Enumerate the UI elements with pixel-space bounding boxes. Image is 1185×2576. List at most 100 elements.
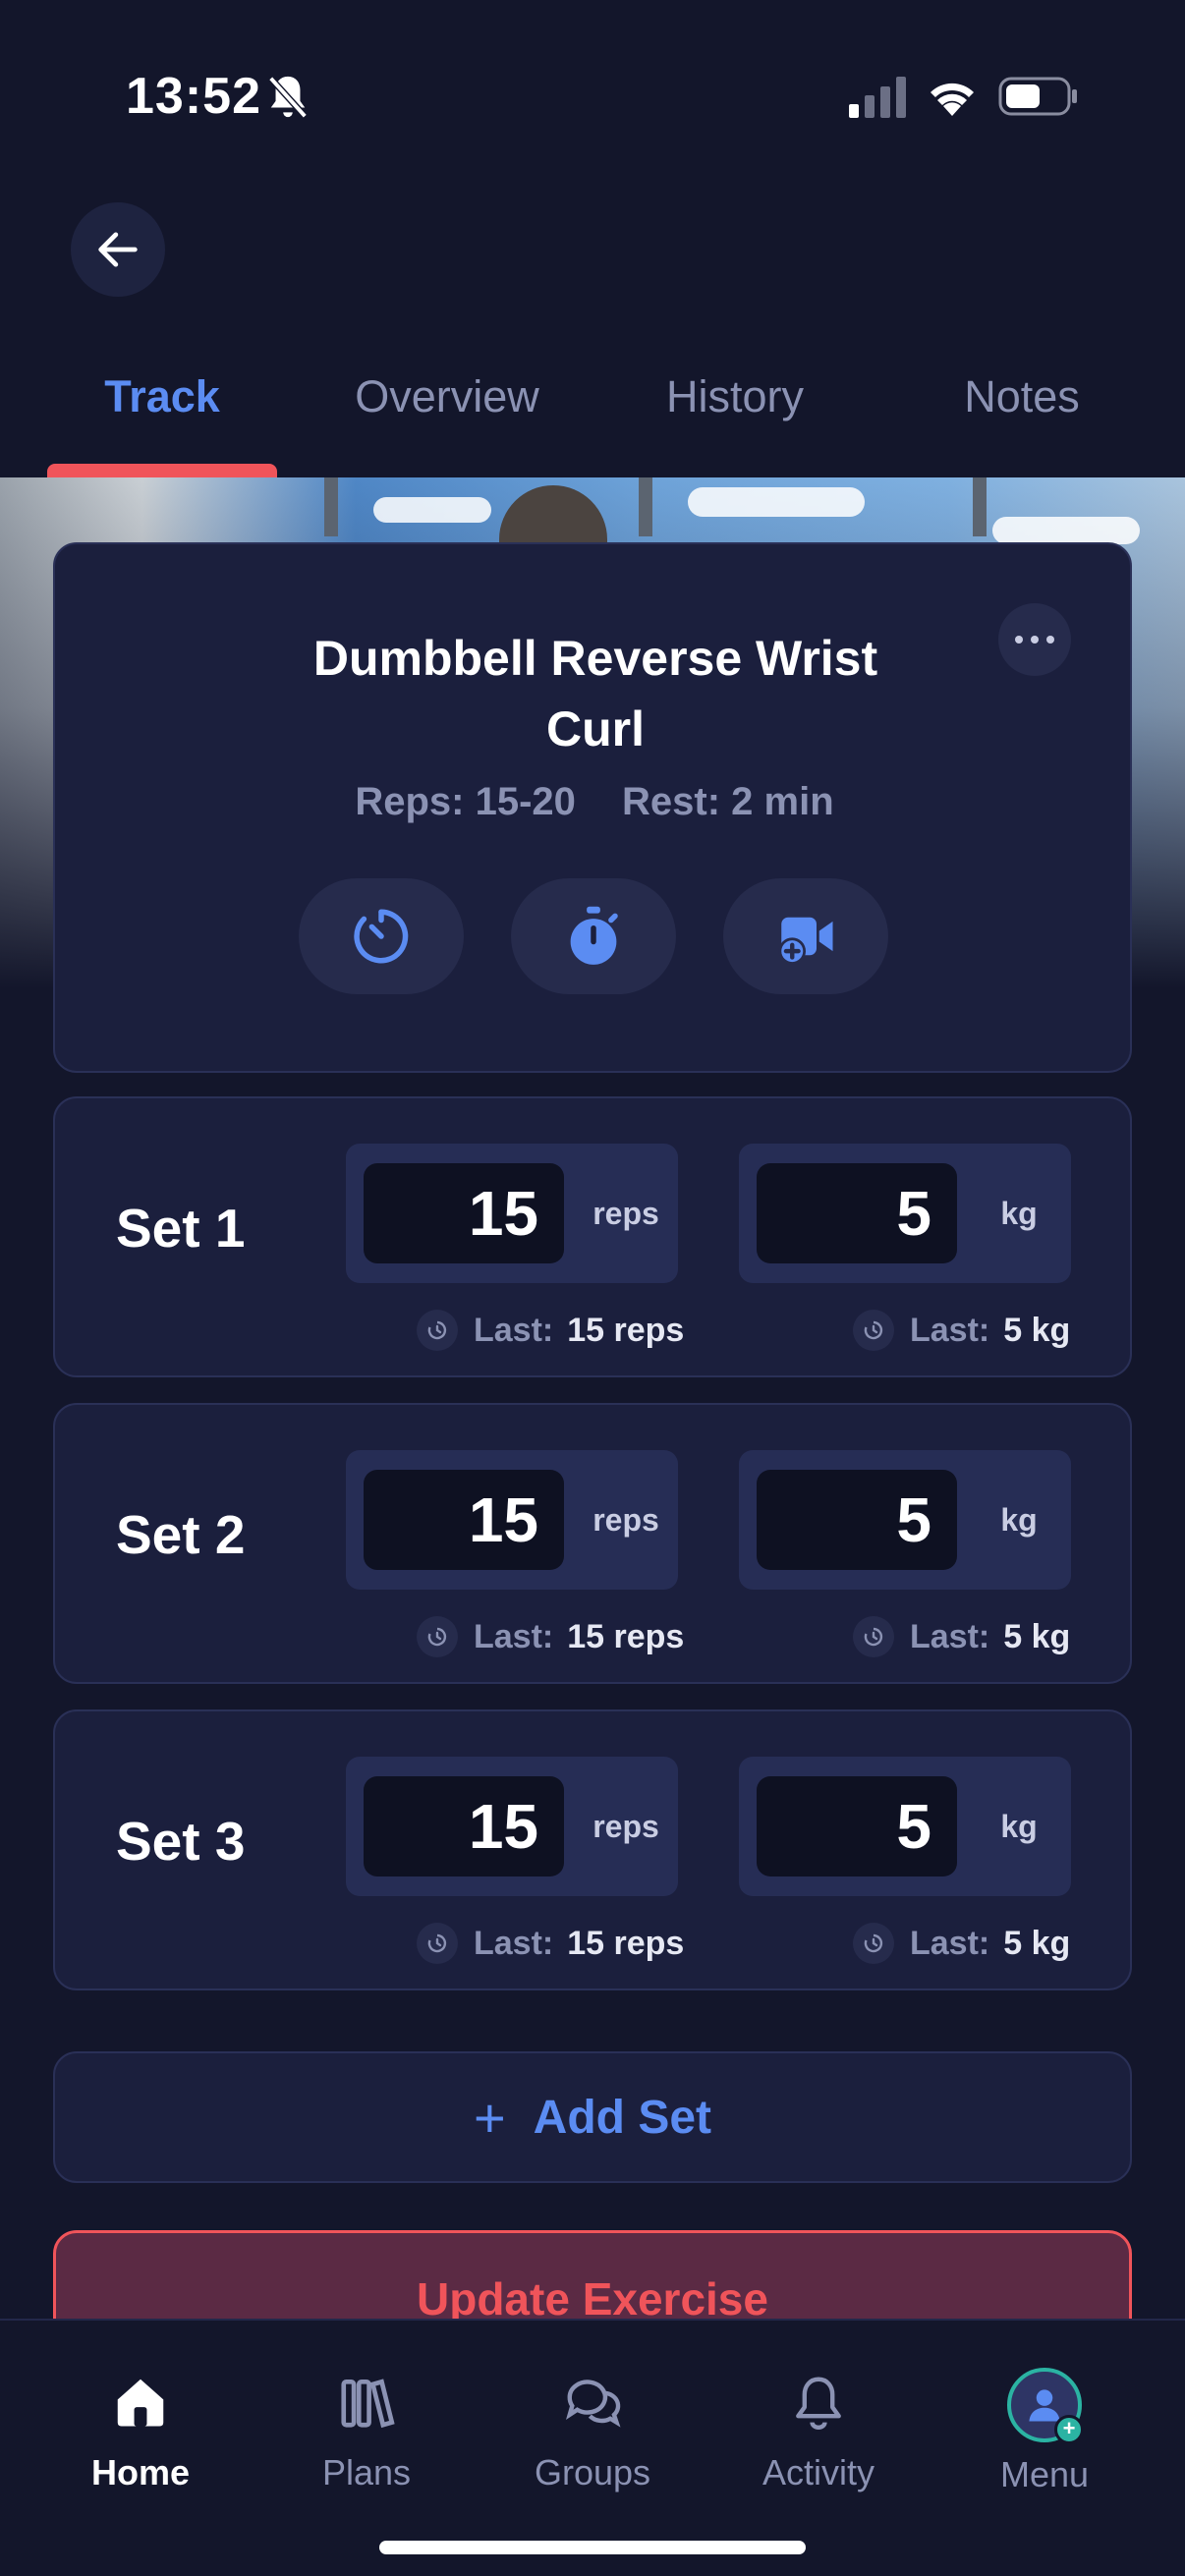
exercise-title-line2: Curl (546, 701, 645, 756)
history-icon (853, 1923, 894, 1964)
tab-track[interactable]: Track (47, 371, 277, 422)
exercise-card: Dumbbell Reverse Wrist Curl Reps: 15-20 … (53, 542, 1132, 1073)
nav-plans[interactable]: Plans (268, 2368, 465, 2493)
home-icon (106, 2368, 175, 2436)
set-label: Set 1 (116, 1198, 246, 1259)
reps-input[interactable]: 15 (364, 1470, 564, 1570)
set-label: Set 3 (116, 1811, 246, 1872)
last-label: Last: (474, 1924, 554, 1962)
last-weight-value: 5 kg (1003, 1311, 1071, 1349)
last-weight: Last: 5 kg (853, 1922, 1070, 1965)
bell-off-icon (268, 76, 308, 119)
exercise-reps: Reps: 15-20 (355, 780, 576, 823)
nav-activity[interactable]: Activity (720, 2368, 917, 2493)
battery-icon (998, 77, 1077, 116)
reps-unit: reps (592, 1196, 659, 1231)
cellular-signal-icon (849, 77, 906, 118)
history-icon (853, 1616, 894, 1657)
stopwatch-button[interactable] (511, 878, 676, 994)
nav-groups[interactable]: Groups (494, 2368, 691, 2493)
reps-input-group: 15 reps (346, 1144, 678, 1283)
history-icon (853, 1310, 894, 1351)
history-icon (417, 1616, 458, 1657)
add-set-label: Add Set (533, 2091, 712, 2144)
set-card: Set 1 15 reps 5 kg Last: 15 reps Last: 5… (53, 1096, 1132, 1377)
reps-input[interactable]: 15 (364, 1776, 564, 1876)
status-bar: 13:52 (0, 0, 1185, 187)
bell-icon (784, 2368, 853, 2436)
back-button[interactable] (71, 202, 165, 297)
more-dot (1031, 636, 1039, 644)
rest-timer-button[interactable] (299, 878, 464, 994)
bottom-navigation: Home Plans Groups Activity + Menu (0, 2319, 1185, 2576)
last-reps: Last: 15 reps (417, 1922, 684, 1965)
nav-home-label: Home (90, 2452, 191, 2492)
last-reps: Last: 15 reps (417, 1615, 684, 1658)
last-label: Last: (910, 1311, 990, 1349)
last-label: Last: (910, 1617, 990, 1655)
weight-input-group: 5 kg (739, 1144, 1071, 1283)
last-weight: Last: 5 kg (853, 1615, 1070, 1658)
exercise-title-line1: Dumbbell Reverse Wrist (312, 631, 878, 686)
exercise-meta: Reps: 15-20 Rest: 2 min (55, 780, 1134, 824)
history-icon (417, 1310, 458, 1351)
last-weight: Last: 5 kg (853, 1309, 1070, 1352)
reps-input-group: 15 reps (346, 1450, 678, 1590)
video-add-icon (778, 917, 833, 965)
nav-menu-label: Menu (999, 2454, 1090, 2494)
add-video-button[interactable] (723, 878, 888, 994)
nav-activity-label: Activity (762, 2452, 875, 2492)
nav-home[interactable]: Home (42, 2368, 239, 2493)
weight-input[interactable]: 5 (757, 1470, 957, 1570)
last-label: Last: (474, 1617, 554, 1655)
last-weight-value: 5 kg (1003, 1924, 1071, 1962)
set-card: Set 3 15 reps 5 kg Last: 15 reps Last: 5… (53, 1709, 1132, 1990)
last-reps: Last: 15 reps (417, 1309, 684, 1352)
reps-unit: reps (592, 1502, 659, 1538)
nav-plans-label: Plans (321, 2452, 412, 2492)
nav-groups-label: Groups (534, 2452, 651, 2492)
avatar: + (1007, 2368, 1084, 2444)
weight-input-group: 5 kg (739, 1757, 1071, 1896)
exercise-tools (299, 878, 888, 994)
last-weight-value: 5 kg (1003, 1617, 1071, 1655)
update-exercise-label: Update Exercise (417, 2273, 768, 2324)
tab-notes[interactable]: Notes (914, 371, 1130, 422)
status-time: 13:52 (126, 68, 261, 125)
last-reps-value: 15 reps (567, 1311, 685, 1349)
chat-bubbles-icon (558, 2368, 627, 2436)
exercise-title: Dumbbell Reverse Wrist Curl (252, 623, 939, 764)
reps-unit: reps (592, 1809, 659, 1844)
reps-input[interactable]: 15 (364, 1163, 564, 1263)
last-reps-value: 15 reps (567, 1924, 685, 1962)
weight-unit: kg (1000, 1502, 1038, 1538)
stopwatch-icon (570, 906, 618, 965)
reps-input-group: 15 reps (346, 1757, 678, 1896)
arrow-left-icon (98, 232, 138, 267)
weight-input-group: 5 kg (739, 1450, 1071, 1590)
tab-bar: Track Overview History Notes (0, 354, 1185, 477)
plus-badge-icon: + (1054, 2415, 1084, 2444)
weight-input[interactable]: 5 (757, 1776, 957, 1876)
plus-icon: + (473, 2086, 506, 2149)
history-icon (417, 1923, 458, 1964)
add-set-button[interactable]: + Add Set (53, 2051, 1132, 2183)
set-card: Set 2 15 reps 5 kg Last: 15 reps Last: 5… (53, 1403, 1132, 1684)
last-label: Last: (910, 1924, 990, 1962)
set-label: Set 2 (116, 1504, 246, 1565)
tab-overview[interactable]: Overview (324, 371, 570, 422)
weight-unit: kg (1000, 1809, 1038, 1844)
last-reps-value: 15 reps (567, 1617, 685, 1655)
more-options-button[interactable] (998, 603, 1071, 676)
tab-history[interactable]: History (627, 371, 843, 422)
nav-menu[interactable]: + Menu (946, 2368, 1143, 2495)
books-icon (332, 2368, 401, 2436)
exercise-rest: Rest: 2 min (622, 780, 834, 823)
active-tab-indicator (47, 464, 277, 477)
home-indicator[interactable] (379, 2541, 806, 2554)
timer-dial-icon (354, 909, 409, 964)
more-dot (1015, 636, 1023, 644)
weight-input[interactable]: 5 (757, 1163, 957, 1263)
wifi-icon (931, 83, 974, 116)
more-dot (1046, 636, 1054, 644)
